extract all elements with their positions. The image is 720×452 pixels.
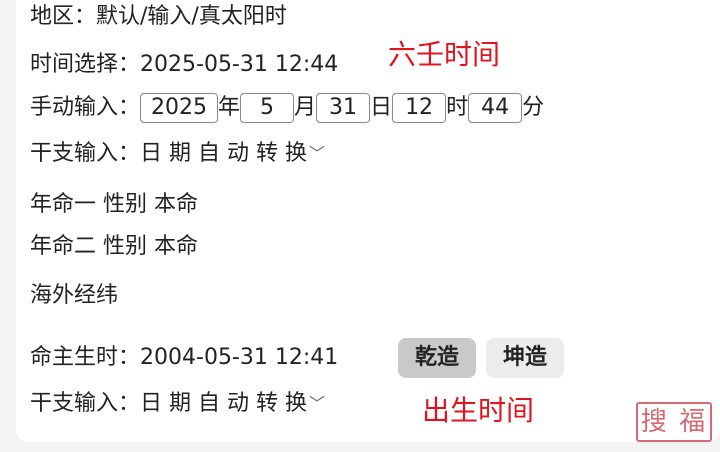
birth-time-annotation: 出生时间 — [422, 394, 535, 427]
kun-zao-button[interactable]: 坤造 — [486, 338, 564, 378]
hour-unit: 时 — [446, 95, 469, 120]
ganzhi-input-label-2: 干支输入： — [30, 391, 141, 416]
day-unit: 日 — [370, 95, 393, 120]
overseas-coordinates[interactable]: 海外经纬 — [30, 281, 118, 311]
ganzhi-select[interactable]: 日 期 自 动 转 换 — [140, 141, 307, 166]
liuren-time-annotation: 六壬时间 — [388, 38, 501, 71]
chevron-down-icon[interactable]: ﹀ — [309, 139, 325, 169]
region-label: 地区： — [30, 4, 97, 29]
birth-time-value[interactable]: 2004-05-31 12:41 — [140, 345, 338, 370]
birth-time-row[interactable]: 命主生时：2004-05-31 12:41 — [30, 343, 338, 373]
minute-unit: 分 — [522, 95, 545, 120]
time-select-value[interactable]: 2025-05-31 12:44 — [140, 52, 338, 77]
time-select-label: 时间选择： — [30, 52, 141, 77]
day-input[interactable]: 31 — [316, 93, 371, 123]
month-unit: 月 — [294, 95, 317, 120]
nianming-one[interactable]: 年命一 性别 本命 — [30, 190, 198, 220]
ganzhi-input-label: 干支输入： — [30, 141, 141, 166]
region-row[interactable]: 地区：默认/输入/真太阳时 — [30, 2, 287, 32]
ganzhi-select-2[interactable]: 日 期 自 动 转 换 — [140, 391, 307, 416]
qian-zao-button[interactable]: 乾造 — [398, 338, 476, 378]
nianming-two[interactable]: 年命二 性别 本命 — [30, 232, 198, 262]
manual-input-label: 手动输入： — [30, 95, 141, 120]
birth-time-label: 命主生时： — [30, 345, 141, 370]
ganzhi-input-row[interactable]: 干支输入：日 期 自 动 转 换 ﹀ — [30, 139, 325, 169]
hour-input[interactable]: 12 — [392, 93, 447, 123]
year-input[interactable]: 2025 — [140, 93, 219, 123]
seal-logo: 搜 福 — [636, 402, 712, 442]
manual-input-row: 手动输入： 2025 年 5 月 31 日 12 时 44 分 — [30, 93, 544, 123]
month-input[interactable]: 5 — [240, 93, 295, 123]
chevron-down-icon[interactable]: ﹀ — [309, 389, 325, 419]
minute-input[interactable]: 44 — [468, 93, 523, 123]
region-value[interactable]: 默认/输入/真太阳时 — [96, 4, 287, 29]
ganzhi-input-row-2[interactable]: 干支输入：日 期 自 动 转 换 ﹀ — [30, 389, 325, 419]
time-select-row[interactable]: 时间选择：2025-05-31 12:44 — [30, 50, 338, 80]
year-unit: 年 — [218, 95, 241, 120]
